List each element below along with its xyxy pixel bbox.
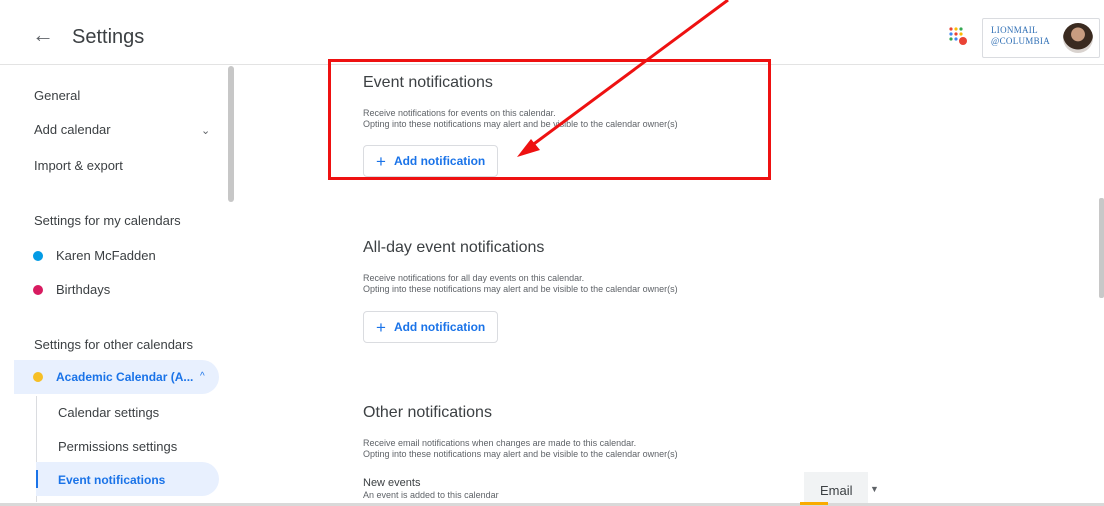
- annotation-arrow-icon: [517, 0, 729, 157]
